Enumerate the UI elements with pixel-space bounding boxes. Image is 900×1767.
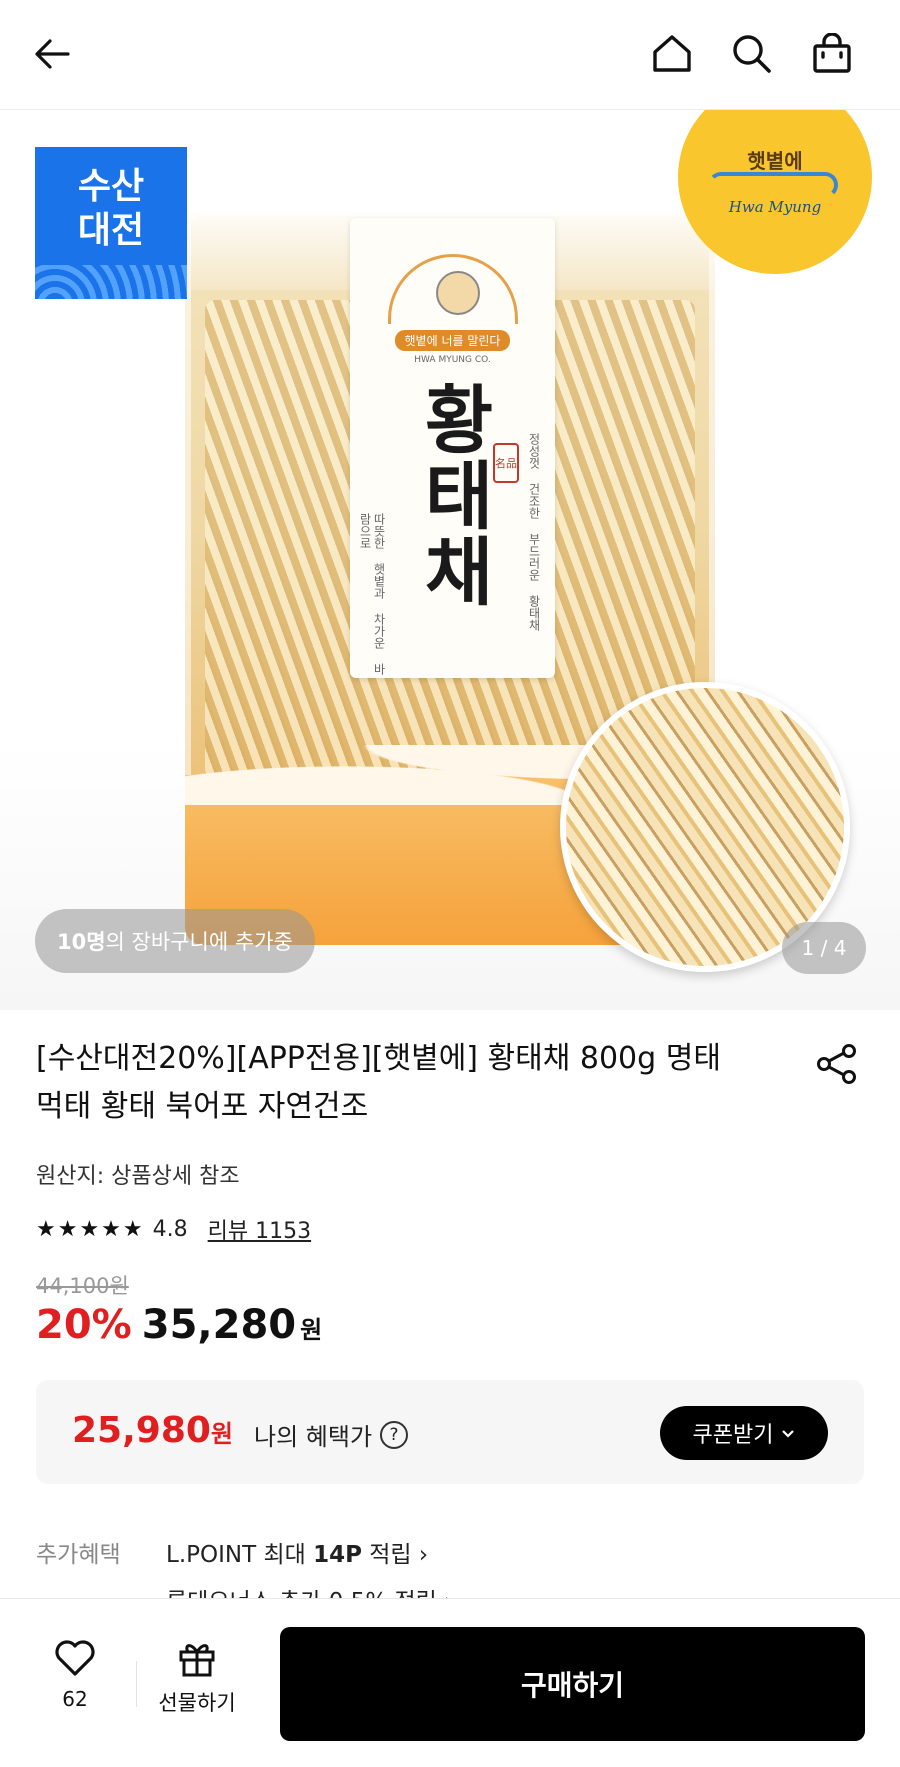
package-product-name: 황태채 xyxy=(409,381,496,609)
shopping-bag-icon[interactable] xyxy=(808,30,856,78)
image-page-indicator: 1 / 4 xyxy=(782,922,866,974)
cart-activity-badge: 10명 의 장바구니에 추가중 xyxy=(35,909,315,973)
package-company: HWA MYUNG CO. xyxy=(414,355,491,365)
lpoint-text-post: 적립 › xyxy=(361,1542,429,1568)
gift-icon xyxy=(177,1639,217,1681)
sale-price: 35,280 xyxy=(141,1302,297,1348)
origin-info: 원산지: 상품상세 참조 xyxy=(36,1164,240,1189)
lpoint-benefit-link[interactable]: L.POINT 최대 14P 적립 › xyxy=(166,1535,428,1569)
package-stamp: 名品 xyxy=(493,443,519,483)
price-row: 20% 35,280 원 xyxy=(36,1302,322,1348)
home-icon[interactable] xyxy=(648,30,696,78)
package-side-text: 정성껏 건조한 부드러운 황태채 xyxy=(527,433,541,631)
rating-stars: ★★★★★ xyxy=(36,1216,145,1242)
discount-rate: 20% xyxy=(36,1302,132,1348)
extra-benefit-label: 추가혜택 xyxy=(36,1542,121,1568)
price-currency: 원 xyxy=(300,1316,323,1344)
wave-swirl-icon xyxy=(708,172,838,198)
gift-button-label: 선물하기 xyxy=(158,1691,236,1715)
share-icon[interactable] xyxy=(815,1042,859,1086)
badge-line-2: 대전 xyxy=(77,210,145,251)
mascot-icon xyxy=(387,254,518,324)
lpoint-text-pre: L.POINT 최대 xyxy=(166,1542,314,1568)
rating-score: 4.8 xyxy=(152,1216,188,1242)
package-brand: 햇볕에 너를 말린다 xyxy=(394,330,511,351)
original-price: 44,100원 xyxy=(36,1274,129,1298)
wave-icon xyxy=(35,265,187,299)
seafood-festival-badge: 수산 대전 xyxy=(35,147,187,299)
coupon-button[interactable]: 쿠폰받기 xyxy=(660,1406,828,1460)
brand-logo-korean: 햇볕에 xyxy=(747,149,803,173)
package-side-text-2: 따뜻한 햇볕과 차가운 바람으로 xyxy=(358,513,386,675)
back-arrow-icon[interactable] xyxy=(28,30,76,78)
benefit-price-box: 25,980원 나의 혜택가 ? 쿠폰받기 xyxy=(36,1380,864,1484)
benefit-price-value: 25,980 xyxy=(72,1410,211,1451)
review-link[interactable]: 리뷰 1153 xyxy=(208,1213,311,1245)
buy-button[interactable]: 구매하기 xyxy=(280,1627,865,1741)
benefit-label-text: 나의 혜택가 xyxy=(254,1423,373,1451)
help-icon[interactable]: ? xyxy=(380,1420,409,1449)
rating-row: ★★★★★ 4.8 리뷰 1153 xyxy=(36,1213,311,1245)
benefit-price-currency: 원 xyxy=(210,1420,234,1448)
benefit-price: 25,980원 xyxy=(72,1410,233,1451)
chevron-down-icon xyxy=(781,1424,795,1443)
cart-count: 10명 xyxy=(57,930,106,954)
benefit-label: 나의 혜택가 ? xyxy=(254,1417,409,1452)
package-label: 햇볕에 너를 말린다 HWA MYUNG CO. 황태채 名品 정성껏 건조한 … xyxy=(350,218,555,678)
product-title: [수산대전20%][APP전용][햇볕에] 황태채 800g 명태 먹태 황태 … xyxy=(36,1041,721,1124)
wishlist-count: 62 xyxy=(62,1687,88,1711)
lpoint-amount: 14P xyxy=(313,1542,362,1568)
wishlist-button[interactable]: 62 xyxy=(40,1639,110,1711)
heart-icon xyxy=(54,1639,96,1681)
bottom-action-bar: 62 선물하기 구매하기 xyxy=(0,1598,900,1767)
bottom-divider xyxy=(136,1661,137,1707)
cart-activity-text: 의 장바구니에 추가중 xyxy=(105,930,293,954)
brand-logo-english: Hwa Myung xyxy=(728,198,822,216)
search-icon[interactable] xyxy=(728,30,776,78)
badge-line-1: 수산 xyxy=(77,166,145,207)
top-navigation-bar xyxy=(0,0,900,110)
gift-button[interactable]: 선물하기 xyxy=(150,1639,244,1717)
product-image-gallery[interactable]: 햇볕에 너를 말린다 HWA MYUNG CO. 황태채 名品 정성껏 건조한 … xyxy=(0,110,900,1010)
coupon-button-label: 쿠폰받기 xyxy=(692,1423,774,1448)
